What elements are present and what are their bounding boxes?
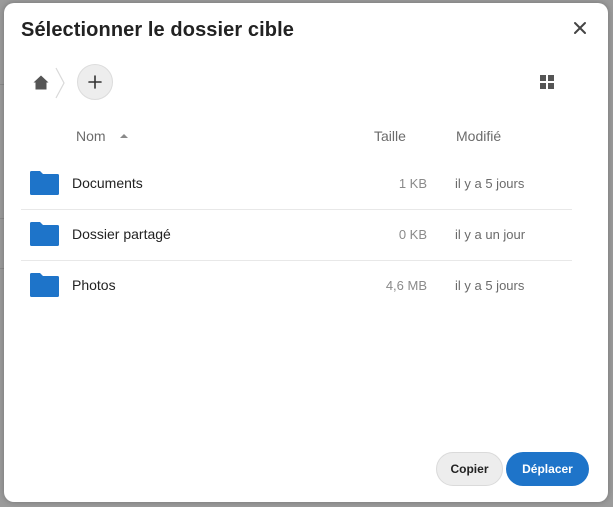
home-icon: [33, 75, 49, 89]
column-header-size[interactable]: Taille: [374, 128, 406, 144]
file-list-header: Nom Taille Modifié: [21, 121, 572, 151]
dialog-title: Sélectionner le dossier cible: [21, 19, 295, 41]
file-size: 1 KB: [398, 176, 427, 191]
file-list: Documents 1 KB il y a 5 jours Dossier pa…: [21, 159, 572, 311]
sort-ascending-icon: [119, 134, 128, 138]
move-button[interactable]: Déplacer: [506, 452, 589, 486]
folder-icon: [30, 222, 59, 246]
file-row-documents[interactable]: Documents 1 KB il y a 5 jours: [21, 159, 572, 210]
breadcrumb-separator-icon: [55, 67, 65, 99]
plus-icon: [88, 75, 102, 89]
file-name: Photos: [72, 277, 116, 293]
column-header-modified[interactable]: Modifié: [456, 128, 501, 144]
file-size: 0 KB: [398, 227, 427, 242]
file-name: Documents: [72, 175, 143, 191]
column-header-name[interactable]: Nom: [76, 128, 128, 144]
folder-icon: [30, 171, 59, 195]
file-modified: il y a 5 jours: [455, 278, 525, 293]
file-row-dossier-partage[interactable]: Dossier partagé 0 KB il y a un jour: [21, 210, 572, 261]
folder-icon: [30, 273, 59, 297]
file-name: Dossier partagé: [72, 226, 171, 242]
file-modified: il y a 5 jours: [455, 176, 525, 191]
file-row-photos[interactable]: Photos 4,6 MB il y a 5 jours: [21, 261, 572, 311]
close-icon: [574, 22, 586, 34]
file-modified: il y a un jour: [455, 227, 526, 242]
copy-button[interactable]: Copier: [436, 452, 503, 486]
file-size: 4,6 MB: [385, 278, 427, 293]
move-copy-dialog: Sélectionner le dossier cible Nom Taille…: [4, 3, 608, 502]
breadcrumb-home[interactable]: [31, 72, 51, 92]
new-folder-button[interactable]: [77, 64, 113, 100]
grid-view-icon[interactable]: [539, 74, 555, 90]
column-name-label: Nom: [76, 128, 106, 144]
close-button[interactable]: [568, 16, 592, 40]
